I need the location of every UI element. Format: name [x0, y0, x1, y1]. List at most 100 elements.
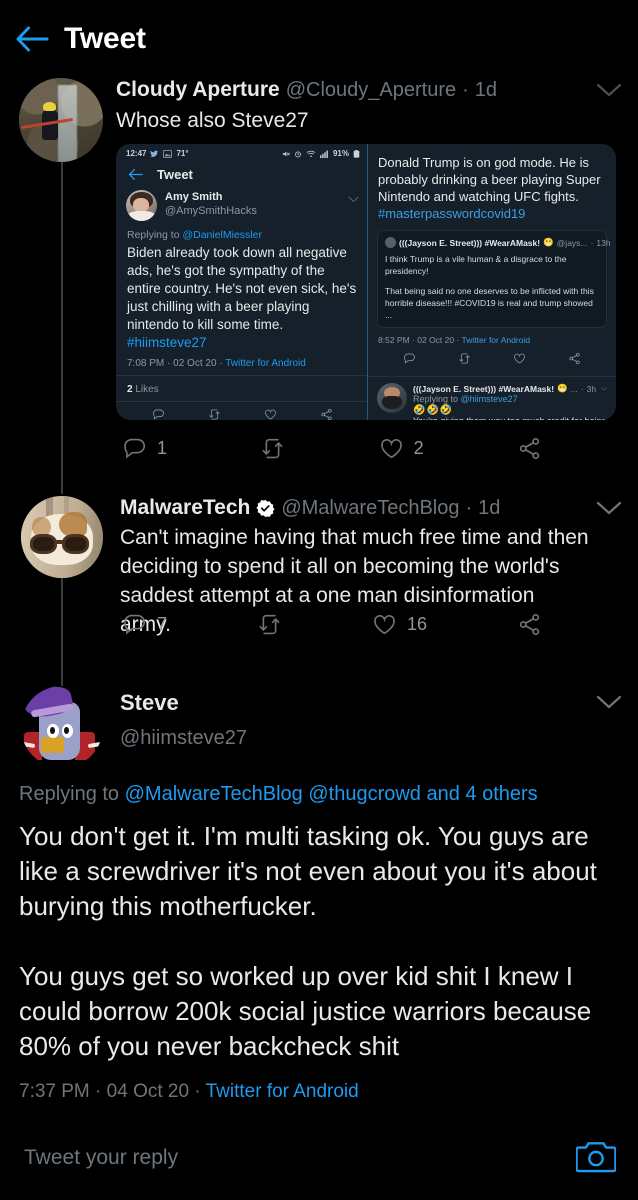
- page-title: Tweet: [64, 22, 146, 55]
- embedded-reply-preview: (((Jayson E. Street))) #WearAMask! 😁 ...…: [368, 376, 616, 420]
- embedded-action-bar: [116, 401, 368, 420]
- status-battery: 91%: [332, 149, 349, 158]
- author-display-name: Cloudy Aperture: [116, 78, 280, 101]
- arrow-left-icon: [16, 26, 49, 52]
- replying-to-others[interactable]: and 4 others: [421, 783, 537, 805]
- quoted-text-line-1: I think Trump is a vile human & a disgra…: [385, 254, 567, 276]
- verified-badge-icon: [256, 499, 275, 518]
- thread-connector-bottom: [61, 578, 63, 688]
- like-icon: [374, 615, 395, 635]
- tweet-cloudy-aperture: Cloudy Aperture @Cloudy_Aperture · 1d Wh…: [116, 78, 586, 135]
- reply-emojis: 🤣🤣🤣: [413, 405, 454, 416]
- main-tweet-paragraph-1: You don't get it. I'm multi tasking ok. …: [19, 821, 597, 921]
- tweet-source: Twitter for Android: [461, 335, 531, 345]
- action-bar-malwaretech: 7 16: [122, 612, 542, 637]
- reply-time: 3h: [586, 383, 597, 394]
- reply-composer[interactable]: Tweet your reply: [0, 1116, 638, 1200]
- reply-author-row: (((Jayson E. Street))) #WearAMask! 😁 ...…: [413, 383, 607, 394]
- share-icon: [569, 352, 580, 365]
- tweet-body-text: Donald Trump is on god mode. He is proba…: [378, 155, 601, 204]
- author-handle: @AmySmithHacks: [165, 205, 257, 217]
- action-bar-cloudy-aperture: 1 2: [122, 436, 542, 461]
- reply-icon: [124, 438, 146, 459]
- quoted-author-row: (((Jayson E. Street))) #WearAMask! 😁 @ja…: [385, 237, 611, 248]
- avatar: [377, 383, 407, 413]
- replying-to-prefix: Replying to: [413, 394, 461, 404]
- like-button[interactable]: 2: [379, 436, 424, 461]
- sep: ·: [167, 358, 171, 369]
- tweet-media-image[interactable]: 12:47 71° 91% Tweet Amy Smith @AmySmithH…: [116, 144, 616, 420]
- avatar[interactable]: [21, 496, 103, 578]
- embedded-likes-row[interactable]: 2 Likes: [116, 375, 368, 401]
- avatar[interactable]: [19, 78, 103, 162]
- chevron-down-icon[interactable]: [596, 500, 622, 521]
- likes-count: 2: [127, 384, 133, 395]
- hashtag-link[interactable]: #masterpasswordcovid19: [378, 206, 525, 221]
- embedded-header: Tweet: [116, 161, 368, 190]
- status-time: 12:47: [126, 149, 147, 158]
- embedded-screenshot-left: 12:47 71° 91% Tweet Amy Smith @AmySmithH…: [116, 144, 368, 420]
- mute-icon: [282, 151, 290, 156]
- tweet-date: 04 Oct 20: [106, 1081, 190, 1102]
- reply-replying-to: Replying to @hiimsteve27: [413, 394, 607, 404]
- replying-to-mention-1[interactable]: @thugcrowd: [308, 783, 421, 805]
- embedded-tweet-text: Biden already took down all negative ads…: [116, 244, 368, 352]
- replying-to-line: Replying to @MalwareTechBlog @thugcrowd …: [19, 783, 619, 806]
- tweet-source[interactable]: Twitter for Android: [206, 1081, 359, 1102]
- twitter-bird-icon: [150, 150, 159, 157]
- embedded-replying-to: Replying to @DanielMiessler: [116, 221, 368, 244]
- embedded-screenshot-right: Donald Trump is on god mode. He is proba…: [368, 144, 616, 420]
- status-temperature: 71°: [176, 149, 189, 158]
- meta-separator: ·: [465, 496, 473, 519]
- chevron-down-icon[interactable]: [596, 694, 622, 715]
- meta-separator: ·: [462, 78, 469, 101]
- tweet-author-row[interactable]: Cloudy Aperture @Cloudy_Aperture · 1d: [116, 78, 586, 102]
- author-handle: @MalwareTechBlog: [281, 496, 460, 519]
- image-icon: [163, 149, 173, 158]
- like-count: 2: [413, 438, 424, 458]
- main-tweet-paragraph-2: You guys get so worked up over kid shit …: [19, 961, 592, 1061]
- sep: ·: [95, 1081, 102, 1102]
- main-tweet-body: Replying to @MalwareTechBlog @thugcrowd …: [19, 783, 619, 1103]
- retweet-button[interactable]: [257, 612, 282, 637]
- camera-icon[interactable]: [575, 1138, 617, 1179]
- wifi-icon: [306, 150, 316, 157]
- alarm-icon: [295, 150, 301, 157]
- chevron-down-icon[interactable]: [596, 82, 622, 103]
- quoted-emoji: 😁: [543, 237, 554, 247]
- replying-to-mention-0[interactable]: @MalwareTechBlog: [125, 783, 303, 805]
- back-button[interactable]: [0, 24, 64, 54]
- reply-button[interactable]: 1: [122, 436, 167, 461]
- avatar: [385, 237, 396, 248]
- embedded-right-timestamp: 8:52 PM · 02 Oct 20 · Twitter for Androi…: [368, 328, 616, 345]
- main-tweet-author[interactable]: Steve @hiimsteve27: [120, 690, 550, 750]
- embedded-timestamp: 7:08 PM · 02 Oct 20 · Twitter for Androi…: [116, 352, 368, 369]
- quoted-time: 13h: [596, 237, 611, 248]
- like-button[interactable]: 16: [372, 612, 427, 637]
- quoted-handle: @jays...: [556, 237, 588, 248]
- tweet-detail-screen: Cloudy Aperture @Cloudy_Aperture · 1d Wh…: [0, 0, 638, 1200]
- retweet-icon: [459, 353, 470, 364]
- replying-to-mention[interactable]: @hiimsteve27: [461, 394, 518, 404]
- reply-button[interactable]: 7: [122, 612, 167, 637]
- share-button[interactable]: [517, 436, 542, 461]
- retweet-button[interactable]: [260, 436, 285, 461]
- sep: ·: [194, 1081, 201, 1102]
- retweet-icon: [259, 614, 280, 635]
- replying-to-mention[interactable]: @DanielMiessler: [182, 229, 262, 241]
- retweet-icon: [262, 438, 283, 459]
- reply-ellipsis: ...: [570, 383, 578, 394]
- quoted-tweet-card[interactable]: (((Jayson E. Street))) #WearAMask! 😁 @ja…: [377, 230, 611, 328]
- tweet-author-row[interactable]: MalwareTech @MalwareTechBlog · 1d: [120, 496, 590, 520]
- embedded-right-action-bar: [368, 345, 616, 372]
- signal-icon: [320, 150, 328, 158]
- share-button[interactable]: [517, 612, 542, 637]
- hashtag-link[interactable]: #hiimsteve27: [127, 335, 207, 350]
- embedded-header-title: Tweet: [157, 167, 193, 182]
- reply-display-name: (((Jayson E. Street))) #WearAMask!: [413, 383, 555, 394]
- tweet-time: 8:52 PM: [378, 335, 410, 345]
- reply-input[interactable]: Tweet your reply: [24, 1146, 178, 1170]
- avatar[interactable]: [21, 686, 103, 768]
- tweet-time: 7:08 PM: [127, 358, 165, 369]
- thread-connector-top: [61, 162, 63, 494]
